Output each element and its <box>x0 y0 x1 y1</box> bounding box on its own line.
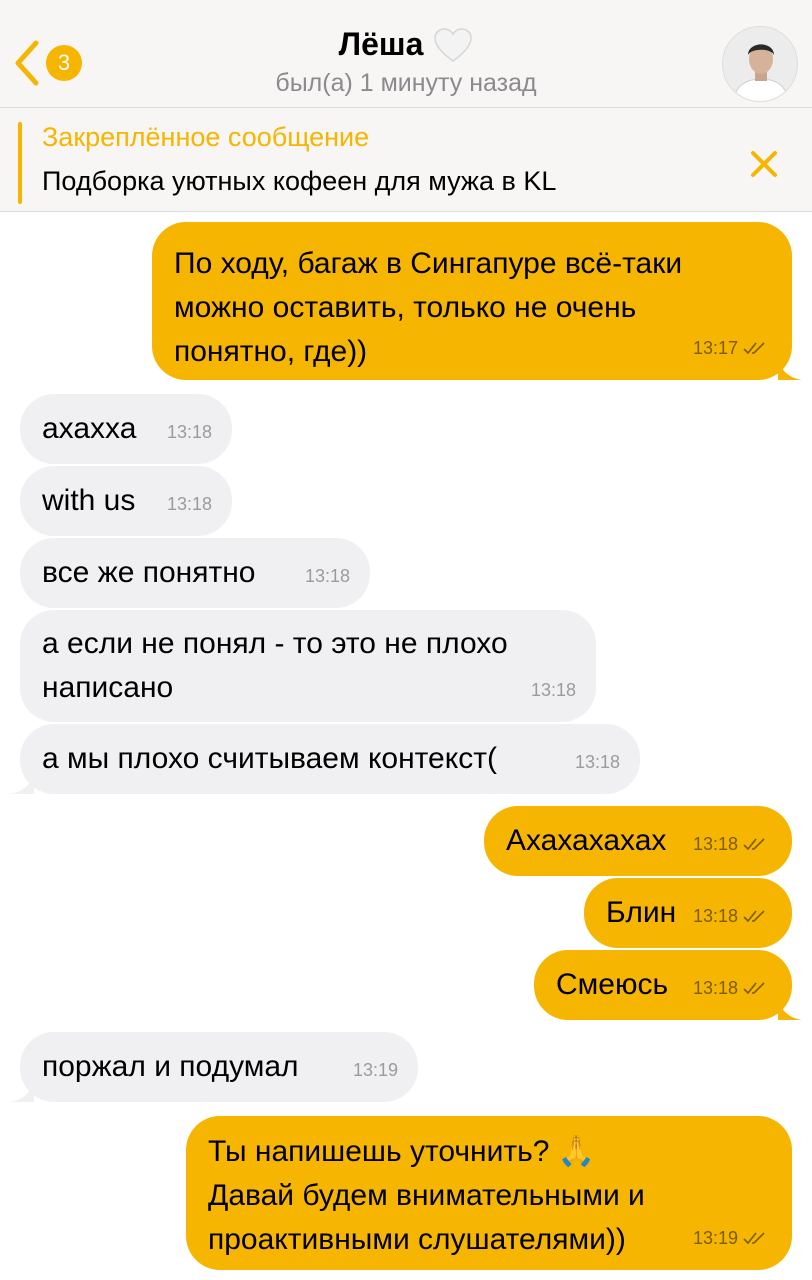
message-text: По ходу, багаж в Сингапуре всё-таки можн… <box>174 247 683 368</box>
bubble-tail <box>778 1000 802 1020</box>
message-text: все же понятно <box>42 556 256 589</box>
message-bubble-incoming[interactable]: with us 13:18 <box>20 466 232 536</box>
contact-name: Лёша <box>338 26 424 62</box>
message-bubble-incoming[interactable]: а если не понял - то это не плохо написа… <box>20 610 596 722</box>
message-time: 13:18 <box>166 494 212 514</box>
contact-photo-icon <box>723 27 797 101</box>
read-checkmarks-icon <box>743 910 765 923</box>
message-meta: 13:18 <box>531 668 576 712</box>
message-bubble-outgoing[interactable]: Блин 13:18 <box>584 878 792 948</box>
message-time: 13:18 <box>574 752 620 772</box>
message-meta: 13:18 <box>693 894 770 938</box>
message-list: По ходу, багаж в Сингапуре всё-таки можн… <box>0 212 812 1280</box>
message-time: 13:18 <box>166 422 212 442</box>
message-bubble-outgoing[interactable]: Ты напишешь уточнить? 🙏 Давай будем вним… <box>186 1116 792 1270</box>
message-text: Ты напишешь уточнить? 🙏 Давай будем вним… <box>208 1135 645 1256</box>
read-checkmarks-icon <box>743 838 765 851</box>
pinned-message-bar[interactable]: Закреплённое сообщение Подборка уютных к… <box>0 108 812 212</box>
message-meta: 13:18 <box>693 822 770 866</box>
last-seen-status: был(а) 1 минуту назад <box>275 69 537 97</box>
message-bubble-incoming[interactable]: поржал и подумал 13:19 <box>10 1032 418 1102</box>
pinned-title: Закреплённое сообщение <box>42 122 370 152</box>
message-bubble-incoming[interactable]: все же понятно 13:18 <box>20 538 370 608</box>
message-bubble-incoming[interactable]: а мы плохо считываем контекст( 13:18 <box>10 724 640 794</box>
message-time: 13:18 <box>692 978 738 998</box>
message-text: а мы плохо считываем контекст( <box>42 742 497 775</box>
message-meta: 13:18 <box>167 410 212 454</box>
message-bubble-outgoing[interactable]: Смеюсь 13:18 <box>534 950 802 1020</box>
pinned-accent-bar <box>18 122 22 204</box>
message-bubble-outgoing[interactable]: По ходу, багаж в Сингапуре всё-таки можн… <box>152 222 802 380</box>
white-heart-icon <box>434 27 473 62</box>
message-bubble-outgoing[interactable]: Ахахахахах 13:18 <box>484 806 792 876</box>
message-meta: 13:18 <box>575 740 620 784</box>
message-time: 13:18 <box>692 906 738 926</box>
bubble-tail <box>778 360 802 380</box>
close-icon[interactable] <box>744 144 784 184</box>
message-time: 13:17 <box>692 338 738 358</box>
message-text: а если не понял - то это не плохо написа… <box>42 627 508 704</box>
bubble-tail <box>10 774 34 794</box>
message-text: поржал и подумал <box>42 1050 299 1083</box>
message-meta: 13:19 <box>353 1048 398 1092</box>
message-meta: 13:18 <box>167 482 212 526</box>
read-checkmarks-icon <box>743 342 765 355</box>
read-checkmarks-icon <box>743 1232 765 1245</box>
message-time: 13:18 <box>304 566 350 586</box>
message-time: 13:18 <box>530 680 576 700</box>
contact-info[interactable]: Лёша был(а) 1 минуту назад <box>0 26 812 98</box>
message-time: 13:19 <box>692 1228 738 1248</box>
message-meta: 13:18 <box>305 554 350 598</box>
read-checkmarks-icon <box>743 982 765 995</box>
pinned-text: Подборка уютных кофеен для мужа в KL <box>42 166 557 196</box>
message-time: 13:18 <box>692 834 738 854</box>
message-meta: 13:19 <box>693 1216 770 1260</box>
chat-header: 3 Лёша был(а) 1 минуту назад <box>0 0 812 108</box>
message-time: 13:19 <box>352 1060 398 1080</box>
bubble-tail <box>10 1082 34 1102</box>
message-bubble-incoming[interactable]: ахахха 13:18 <box>20 394 232 464</box>
message-meta: 13:17 <box>693 326 770 370</box>
avatar[interactable] <box>722 26 798 102</box>
message-meta: 13:18 <box>693 966 770 1010</box>
